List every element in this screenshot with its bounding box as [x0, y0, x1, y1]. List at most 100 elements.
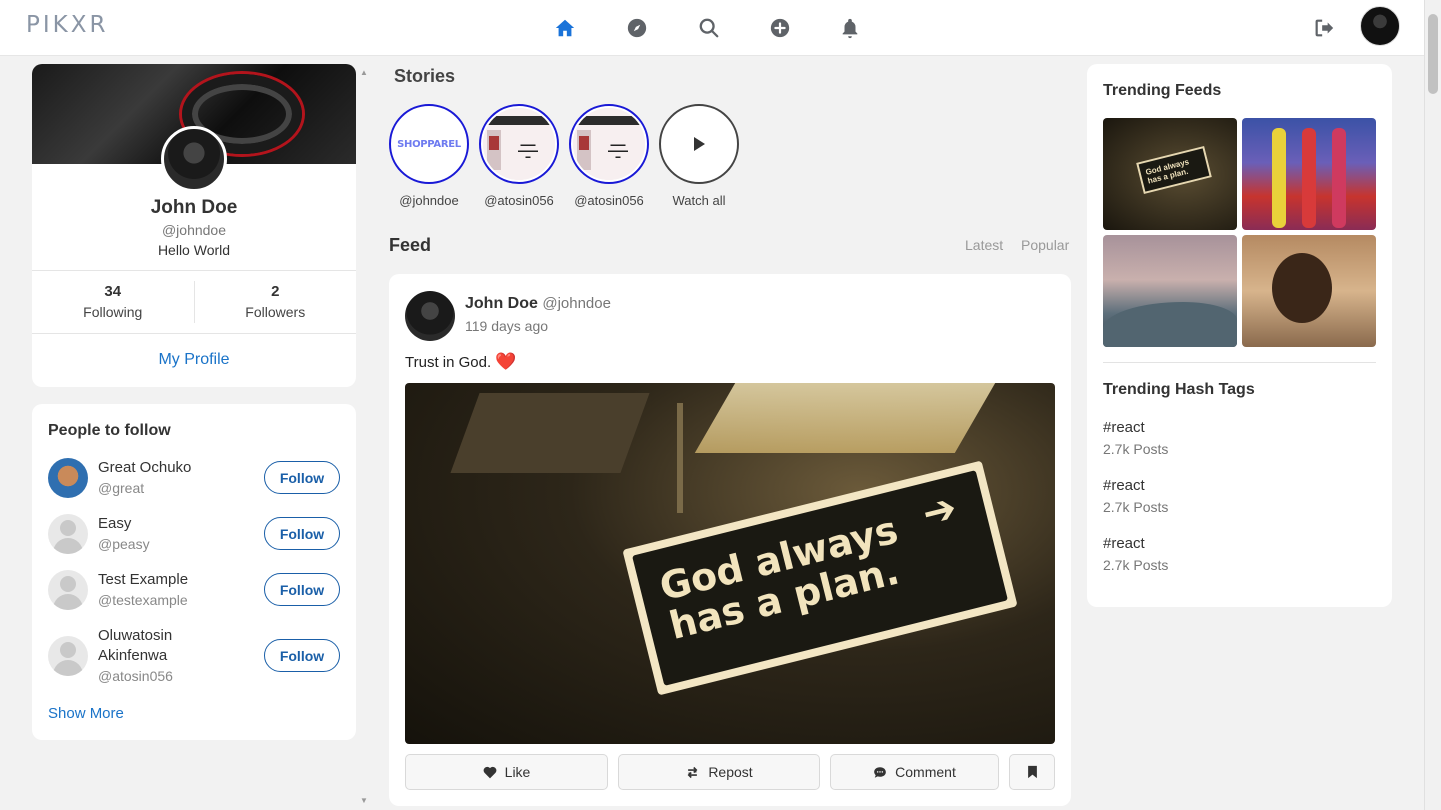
hashtag-link[interactable]: #react: [1103, 477, 1145, 494]
post-text: Trust in God.: [405, 354, 492, 371]
trending-feed-thumbnail[interactable]: [1242, 118, 1376, 230]
profile-avatar[interactable]: [161, 126, 227, 192]
story-label: @atosin056: [484, 193, 554, 208]
post-timestamp: 119 days ago: [465, 318, 549, 334]
avatar[interactable]: [48, 514, 88, 554]
repost-button[interactable]: Repost: [618, 754, 820, 790]
trending-feeds-title: Trending Feeds: [1103, 82, 1222, 99]
suggested-user: Oluwatosin Akinfenwa @atosin056 Follow: [48, 626, 340, 688]
people-to-follow-card: People to follow Great Ochuko @great Fol…: [32, 404, 356, 740]
follow-button[interactable]: Follow: [264, 573, 340, 606]
hashtag-post-count: 2.7k Posts: [1103, 441, 1169, 457]
following-label: Following: [83, 304, 143, 320]
profile-card: John Doe @johndoe Hello World 34 Followi…: [32, 64, 356, 387]
avatar[interactable]: [48, 458, 88, 498]
feed-post: John Doe @johndoe 119 days ago Trust in …: [389, 274, 1071, 806]
suggested-user: Test Example @testexample Follow: [48, 570, 340, 610]
post-author[interactable]: John Doe @johndoe: [465, 295, 611, 313]
tab-latest[interactable]: Latest: [965, 237, 1003, 253]
trending-feed-thumbnail[interactable]: God always has a plan.: [1103, 118, 1237, 230]
suggested-user-name[interactable]: Test Example: [98, 570, 188, 590]
suggested-user-handle: @testexample: [98, 592, 188, 608]
story-item[interactable]: ▬▬▬ ▬▬▬▬ ▬ @atosin056: [479, 104, 559, 208]
repost-icon: [687, 766, 698, 778]
avatar[interactable]: [48, 570, 88, 610]
suggested-user-name[interactable]: Easy: [98, 514, 131, 534]
post-author-avatar[interactable]: [405, 291, 455, 341]
story-item[interactable]: ▬▬▬ ▬▬▬▬ ▬ @atosin056: [569, 104, 649, 208]
scroll-down-arrow-icon[interactable]: ▼: [360, 796, 368, 805]
home-icon[interactable]: [553, 16, 577, 40]
suggested-user: Great Ochuko @great Follow: [48, 458, 340, 498]
hashtag-link[interactable]: #react: [1103, 535, 1145, 552]
scroll-up-arrow-icon[interactable]: ▲: [360, 68, 368, 77]
app-logo[interactable]: PIKXR: [26, 12, 108, 38]
play-icon: [694, 137, 705, 151]
bookmark-button[interactable]: [1009, 754, 1055, 790]
plus-circle-icon[interactable]: [768, 16, 792, 40]
heart-emoji: ❤️: [495, 352, 517, 371]
story-ring: [659, 104, 739, 184]
followers-count: 2: [271, 283, 280, 300]
profile-stats: 34 Following 2 Followers: [32, 270, 356, 334]
story-label: Watch all: [672, 193, 726, 208]
stories-title: Stories: [394, 66, 456, 86]
profile-bio: Hello World: [157, 242, 231, 258]
trending-feed-thumbnail[interactable]: [1103, 235, 1237, 347]
hashtag-link[interactable]: #react: [1103, 419, 1145, 436]
followers-label: Followers: [245, 304, 306, 320]
story-ring: ▬▬▬ ▬▬▬▬ ▬: [479, 104, 559, 184]
post-image[interactable]: God always has a plan. ➔: [405, 383, 1055, 744]
comment-button[interactable]: Comment: [830, 754, 999, 790]
suggested-user-name[interactable]: Great Ochuko: [98, 458, 191, 478]
comment-icon: [874, 766, 886, 778]
page-scrollbar[interactable]: [1424, 0, 1441, 810]
profile-name: John Doe: [150, 197, 238, 218]
show-more-link[interactable]: Show More: [48, 705, 124, 722]
logout-icon[interactable]: [1312, 16, 1336, 40]
top-navbar: PIKXR: [0, 0, 1424, 56]
profile-handle: @johndoe: [161, 222, 227, 238]
like-button[interactable]: Like: [405, 754, 608, 790]
story-thumbnail: SHOPPAREL: [393, 108, 465, 180]
mini-sign: God always has a plan.: [1136, 146, 1212, 194]
scrollbar-thumb[interactable]: [1428, 14, 1438, 94]
following-count: 34: [104, 283, 122, 300]
tab-popular[interactable]: Popular: [1021, 237, 1069, 253]
suggested-user-handle: @peasy: [98, 536, 150, 552]
user-avatar[interactable]: [1360, 6, 1400, 46]
search-icon[interactable]: [697, 16, 721, 40]
followers-stat[interactable]: 2 Followers: [193, 281, 357, 323]
following-stat[interactable]: 34 Following: [32, 271, 194, 333]
like-label: Like: [504, 764, 531, 780]
heart-icon: [483, 766, 497, 778]
follow-button[interactable]: Follow: [264, 461, 340, 494]
suggested-user: Easy @peasy Follow: [48, 514, 340, 554]
repost-label: Repost: [708, 764, 753, 780]
divider: [1103, 362, 1376, 363]
avatar[interactable]: [48, 636, 88, 676]
feed-title: Feed: [389, 235, 432, 255]
watch-all-stories[interactable]: Watch all: [659, 104, 739, 208]
story-thumbnail: ▬▬▬ ▬▬▬▬ ▬: [483, 108, 555, 180]
post-author-name[interactable]: John Doe: [465, 295, 538, 312]
suggested-user-name[interactable]: Oluwatosin Akinfenwa: [98, 626, 218, 666]
story-label: @atosin056: [574, 193, 644, 208]
people-to-follow-title: People to follow: [48, 422, 171, 439]
story-item[interactable]: SHOPPAREL @johndoe: [389, 104, 469, 208]
bell-icon[interactable]: [838, 16, 862, 40]
suggested-user-handle: @great: [98, 480, 145, 496]
hashtag-post-count: 2.7k Posts: [1103, 499, 1169, 515]
hashtag-post-count: 2.7k Posts: [1103, 557, 1169, 573]
suggested-user-handle: @atosin056: [98, 668, 173, 684]
follow-button[interactable]: Follow: [264, 639, 340, 672]
my-profile-link[interactable]: My Profile: [32, 351, 356, 369]
bookmark-icon: [1027, 765, 1037, 779]
compass-icon[interactable]: [625, 16, 649, 40]
story-ring: SHOPPAREL: [389, 104, 469, 184]
story-thumbnail: ▬▬▬ ▬▬▬▬ ▬: [573, 108, 645, 180]
trending-card: Trending Feeds God always has a plan. Tr…: [1087, 64, 1392, 607]
story-ring: ▬▬▬ ▬▬▬▬ ▬: [569, 104, 649, 184]
trending-feed-thumbnail[interactable]: [1242, 235, 1376, 347]
follow-button[interactable]: Follow: [264, 517, 340, 550]
